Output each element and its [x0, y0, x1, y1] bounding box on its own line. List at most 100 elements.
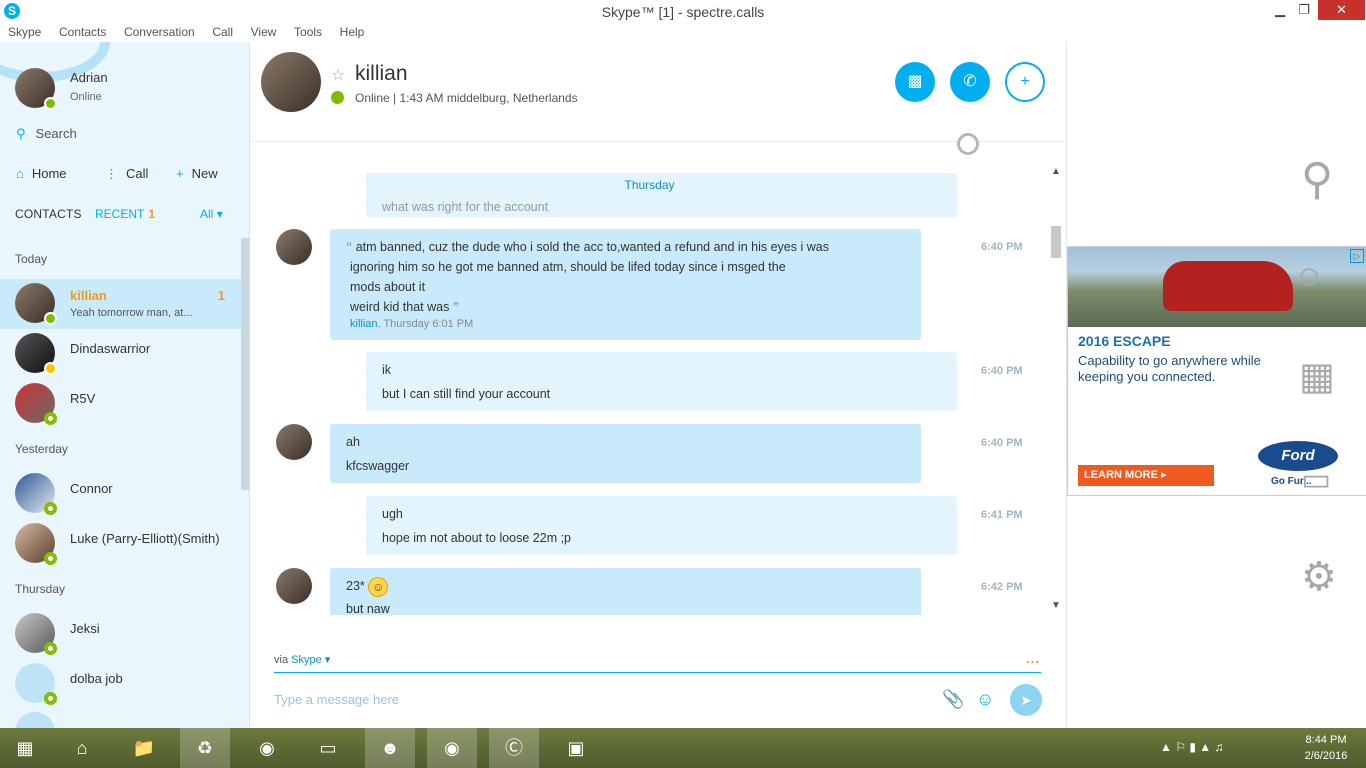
- message-text: ah: [346, 435, 360, 449]
- contact-item-jeksi[interactable]: Jeksi: [0, 609, 241, 659]
- avatar: [15, 473, 57, 515]
- menu-view[interactable]: View: [244, 24, 284, 41]
- message-bubble[interactable]: ah kfcswagger: [330, 424, 921, 483]
- filter-dropdown[interactable]: All ▾: [200, 207, 223, 221]
- more-options-button[interactable]: ...: [1026, 651, 1040, 666]
- video-call-button[interactable]: ▩: [895, 62, 935, 102]
- search-icon: ⚲: [16, 126, 26, 141]
- paperclip-icon[interactable]: 📎: [942, 689, 964, 710]
- message-text: kfcswagger: [346, 459, 410, 473]
- menu-tools[interactable]: Tools: [287, 24, 329, 41]
- tab-contacts[interactable]: CONTACTS: [15, 207, 82, 221]
- call-button[interactable]: ⋮ Call: [105, 166, 148, 182]
- smile-emoji-icon: ☺: [368, 576, 389, 597]
- contact-item-killian[interactable]: killian Yeah tomorrow man, at... 1: [0, 279, 241, 329]
- scroll-thumb[interactable]: [1051, 226, 1061, 258]
- app-icon[interactable]: ▣: [551, 728, 601, 768]
- default-avatar-icon: [15, 663, 57, 705]
- favorite-star-icon[interactable]: ☆: [331, 65, 345, 85]
- avatar: [15, 523, 57, 565]
- tab-recent[interactable]: RECENT 1: [95, 207, 155, 221]
- message-text: ik: [382, 363, 392, 377]
- menu-contacts[interactable]: Contacts: [52, 24, 113, 41]
- emoticon-icon[interactable]: ☺: [976, 689, 994, 710]
- sidebar-scrollbar[interactable]: [241, 238, 249, 490]
- contact-name[interactable]: killian: [355, 62, 408, 86]
- start-charm-icon[interactable]: ▦: [1299, 354, 1335, 399]
- voice-call-button[interactable]: ✆: [950, 62, 990, 102]
- adchoices-icon[interactable]: ▷: [1350, 249, 1364, 263]
- menu-call[interactable]: Call: [205, 24, 240, 41]
- my-status[interactable]: Online: [70, 91, 102, 103]
- away-status-icon: [44, 362, 57, 375]
- message-bubble[interactable]: 23* ☺ but naw: [330, 568, 921, 615]
- contact-name: Jeksi: [70, 621, 100, 636]
- chrome-icon[interactable]: ◉: [242, 728, 292, 768]
- contact-item-dolba-job[interactable]: dolba job: [0, 659, 241, 709]
- new-label: New: [191, 166, 218, 181]
- tab-recent-label: RECENT: [95, 207, 145, 221]
- add-people-button[interactable]: +: [1005, 62, 1045, 102]
- contact-avatar[interactable]: [261, 52, 321, 112]
- window-icon[interactable]: ▭: [303, 728, 353, 768]
- send-button[interactable]: ➤: [1010, 684, 1042, 716]
- close-button[interactable]: ✕: [1318, 0, 1365, 20]
- maximize-button[interactable]: ❐: [1290, 0, 1318, 20]
- learn-more-button[interactable]: LEARN MORE ▸: [1078, 465, 1214, 486]
- app-icon[interactable]: ☻: [365, 728, 415, 768]
- message-bubble[interactable]: ik but I can still find your account: [366, 352, 957, 411]
- app-icon[interactable]: ♻: [180, 728, 230, 768]
- settings-charm-icon[interactable]: ⚙: [1301, 554, 1337, 600]
- message-bubble[interactable]: ugh hope im not about to loose 22m ;p: [366, 496, 957, 555]
- home-button[interactable]: ⌂ Home: [16, 166, 67, 181]
- my-name[interactable]: Adrian: [70, 70, 108, 85]
- devices-charm-icon[interactable]: ▭: [1301, 460, 1331, 498]
- menu-help[interactable]: Help: [333, 24, 372, 41]
- home-icon[interactable]: ⌂: [57, 728, 107, 768]
- message-scrollbar[interactable]: ▲ ▼: [1049, 166, 1063, 616]
- open-quote-icon: “: [346, 240, 353, 254]
- contact-name: Dindaswarrior: [70, 341, 151, 356]
- contact-item-r5v[interactable]: R5V: [0, 379, 241, 429]
- menu-skype[interactable]: Skype: [0, 24, 48, 41]
- contact-item-luke[interactable]: Luke (Parry-Elliott)(Smith): [0, 519, 241, 569]
- share-charm-icon[interactable]: ○: [1297, 254, 1321, 299]
- dialpad-icon: ⋮: [105, 166, 118, 181]
- chrome-icon[interactable]: ◉: [427, 728, 477, 768]
- new-button[interactable]: + New: [176, 166, 218, 181]
- menu-conversation[interactable]: Conversation: [117, 24, 202, 41]
- clock[interactable]: 8:44 PM 2/6/2016: [1296, 732, 1356, 764]
- video-camera-icon: ▩: [907, 73, 923, 90]
- wifi-icon: ▲: [1199, 740, 1212, 754]
- phone-icon: ✆: [963, 73, 977, 90]
- contact-status-line: Online | 1:43 AM middelburg, Netherlands: [355, 91, 578, 105]
- search-box[interactable]: ⚲ Search: [16, 126, 77, 142]
- title-bar: S Skype™ [1] - spectre.calls ▁ ❐ ✕: [0, 0, 1366, 24]
- clock-time: 8:44 PM: [1305, 734, 1347, 746]
- message-line: 23* ☺: [346, 576, 905, 597]
- message-text: atm banned, cuz the dude who i sold the …: [355, 240, 829, 254]
- via-label: via: [274, 654, 289, 666]
- my-avatar[interactable]: [15, 68, 57, 110]
- contact-item-connor[interactable]: Connor: [0, 469, 241, 519]
- recent-count-badge: 1: [148, 207, 156, 221]
- contact-item-dindaswarrior[interactable]: Dindaswarrior: [0, 329, 241, 379]
- compose-divider: [274, 672, 1041, 673]
- add-user-icon: +: [1020, 73, 1030, 90]
- close-quote-icon: ”: [452, 300, 460, 314]
- scroll-up-icon[interactable]: ▲: [1051, 166, 1061, 177]
- offline-status-icon: [44, 692, 57, 705]
- windows-start-icon[interactable]: ▦: [0, 728, 50, 768]
- message-bubble[interactable]: “ atm banned, cuz the dude who i sold th…: [330, 229, 921, 340]
- message-time: 6:40 PM: [981, 241, 1023, 253]
- skype-taskbar-icon[interactable]: Ⓒ: [489, 728, 539, 768]
- scroll-down-icon[interactable]: ▼: [1051, 600, 1061, 611]
- system-tray[interactable]: ▲ ⚐ ▮ ▲ ♫: [1160, 740, 1224, 754]
- search-charm-icon[interactable]: ⚲: [1301, 154, 1333, 205]
- message-input[interactable]: Type a message here: [274, 692, 399, 707]
- via-selector[interactable]: via Skype ▾: [274, 653, 330, 666]
- message-text: but naw: [346, 601, 390, 615]
- message-time: 6:42 PM: [981, 581, 1023, 593]
- file-explorer-icon[interactable]: 📁: [119, 728, 169, 768]
- menu-bar: Skype Contacts Conversation Call View To…: [0, 24, 1366, 42]
